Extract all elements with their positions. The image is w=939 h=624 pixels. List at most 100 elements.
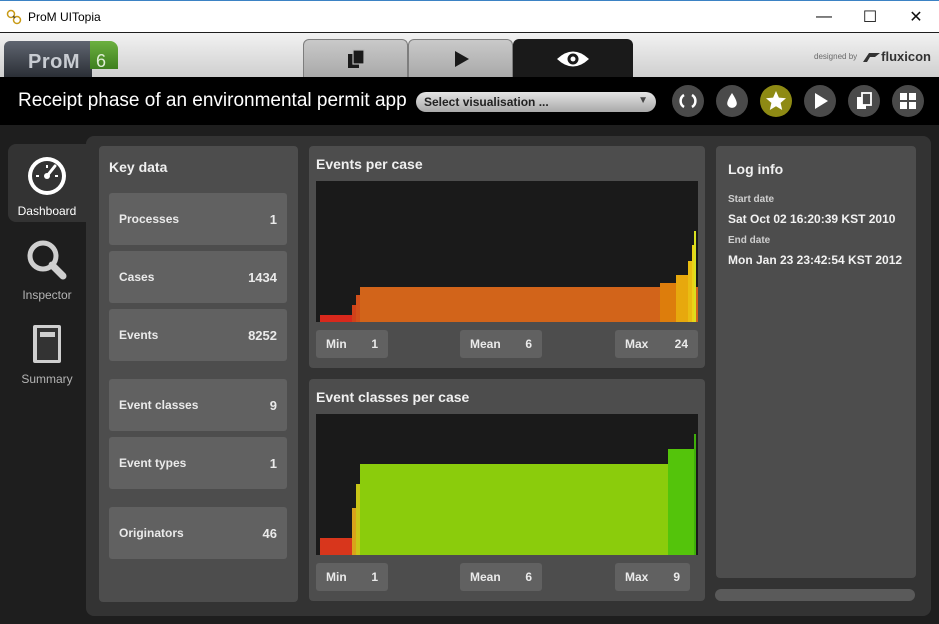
book-icon	[33, 325, 61, 363]
classes-bar-6	[694, 434, 696, 555]
stat-value: 9	[673, 570, 680, 584]
classes-bar-5	[668, 449, 694, 555]
events-bar-2	[352, 305, 356, 322]
brand-prefix: designed by	[814, 52, 858, 61]
sidebar-item-label: Inspector	[22, 288, 72, 302]
favorite-button[interactable]	[760, 85, 792, 117]
events-per-case-chart	[316, 181, 704, 322]
log-info-title: Log info	[728, 161, 784, 177]
key-data-row-event-classes: Event classes 9	[109, 379, 287, 431]
log-title-strip: Receipt phase of an environmental permit…	[0, 77, 939, 125]
app-header: ProM 6 designed by fluxicon	[0, 33, 939, 77]
copy-icon	[347, 48, 365, 68]
sidebar-item-summary[interactable]: Summary	[8, 312, 86, 390]
tab-actions[interactable]	[408, 39, 513, 77]
stat-label: Max	[625, 570, 649, 584]
window-titlebar: ProM UITopia — ☐ ✕	[0, 0, 939, 32]
window-title: ProM UITopia	[28, 9, 101, 24]
play-button[interactable]	[804, 85, 836, 117]
stat-value: 6	[525, 570, 532, 584]
row-label: Event classes	[119, 398, 199, 412]
row-label: Originators	[119, 526, 184, 540]
visualisation-select-value: Select visualisation ...	[424, 95, 549, 109]
key-data-title: Key data	[109, 159, 168, 175]
key-data-row-events: Events 8252	[109, 309, 287, 361]
tab-workspace[interactable]	[303, 39, 408, 77]
stat-label: Min	[326, 337, 347, 351]
stat-label: Mean	[470, 337, 501, 351]
row-value: 1434	[248, 269, 277, 285]
events-per-case-histogram	[320, 231, 704, 322]
log-title: Receipt phase of an environmental permit…	[18, 90, 407, 111]
events-bar-1	[320, 315, 352, 322]
stat-value: 24	[674, 337, 688, 351]
stat-label: Max	[625, 337, 649, 351]
events-min-stat: Min 1	[316, 330, 388, 358]
prom-logo: ProM 6	[4, 41, 118, 77]
events-bar-3	[356, 295, 360, 322]
row-value: 1	[269, 455, 277, 471]
tab-view[interactable]	[513, 39, 633, 77]
color-button[interactable]	[716, 85, 748, 117]
play-icon	[454, 50, 469, 67]
row-label: Cases	[119, 270, 155, 284]
magnifier-icon	[27, 240, 67, 280]
events-mean-stat: Mean 6	[460, 330, 542, 358]
brand-mark: designed by fluxicon	[814, 49, 931, 64]
logo-version: 6	[96, 51, 107, 71]
chevron-down-icon: ▼	[638, 95, 648, 106]
mode-tabs	[303, 39, 633, 77]
event-classes-per-case-chart	[316, 414, 698, 555]
refresh-icon	[679, 93, 697, 109]
events-bar-5	[660, 283, 676, 322]
horizontal-scrollbar[interactable]	[715, 589, 915, 601]
close-button[interactable]: ✕	[893, 1, 939, 33]
end-date-value: Mon Jan 23 23:42:54 KST 2012	[728, 253, 903, 267]
classes-mean-stat: Mean 6	[460, 563, 542, 591]
end-date-label: End date	[728, 235, 771, 246]
events-per-case-title: Events per case	[316, 156, 423, 172]
play-icon	[815, 93, 828, 109]
refresh-button[interactable]	[672, 85, 704, 117]
stat-label: Mean	[470, 570, 501, 584]
key-data-row-processes: Processes 1	[109, 193, 287, 245]
row-value: 1	[269, 211, 277, 227]
dashboard-gauge-icon	[28, 157, 66, 195]
classes-bar-2	[352, 508, 356, 555]
row-label: Event types	[119, 456, 187, 470]
row-value: 9	[269, 397, 277, 413]
sidebar-item-dashboard[interactable]: Dashboard	[8, 144, 86, 222]
row-value: 8252	[248, 327, 277, 343]
event-classes-per-case-title: Event classes per case	[316, 389, 470, 405]
log-info-panel: Log info Start date Sat Oct 02 16:20:39 …	[716, 146, 916, 578]
classes-bar-4	[360, 464, 668, 555]
sidebar-item-label: Summary	[21, 372, 73, 386]
drop-icon	[727, 93, 737, 108]
stat-value: 6	[525, 337, 532, 351]
events-bar-9	[694, 231, 696, 322]
fluxicon-logo-icon	[863, 52, 881, 62]
grid-button[interactable]	[892, 85, 924, 117]
sidebar: Dashboard Inspector Summary	[0, 136, 86, 624]
star-icon	[766, 91, 786, 110]
sidebar-item-inspector[interactable]: Inspector	[8, 228, 86, 306]
minimize-button[interactable]: —	[801, 1, 847, 33]
event-classes-per-case-histogram	[320, 434, 696, 555]
copy-icon	[857, 92, 872, 109]
classes-min-stat: Min 1	[316, 563, 388, 591]
prom-app-icon	[6, 9, 22, 24]
logo-text: ProM	[28, 51, 80, 73]
start-date-value: Sat Oct 02 16:20:39 KST 2010	[728, 212, 896, 226]
classes-bar-1	[320, 538, 352, 555]
stat-label: Min	[326, 570, 347, 584]
maximize-button[interactable]: ☐	[847, 1, 893, 33]
key-data-panel: Key data Processes 1 Cases 1434 Events 8…	[99, 146, 298, 602]
key-data-row-cases: Cases 1434	[109, 251, 287, 303]
events-per-case-panel: Events per case Min 1 Mean 6 Max 24	[309, 146, 705, 368]
stat-value: 1	[371, 570, 378, 584]
events-max-stat: Max 24	[615, 330, 698, 358]
sidebar-item-label: Dashboard	[17, 204, 77, 218]
visualisation-select[interactable]: Select visualisation ... ▼	[416, 92, 656, 112]
copy-button[interactable]	[848, 85, 880, 117]
key-data-row-event-types: Event types 1	[109, 437, 287, 489]
